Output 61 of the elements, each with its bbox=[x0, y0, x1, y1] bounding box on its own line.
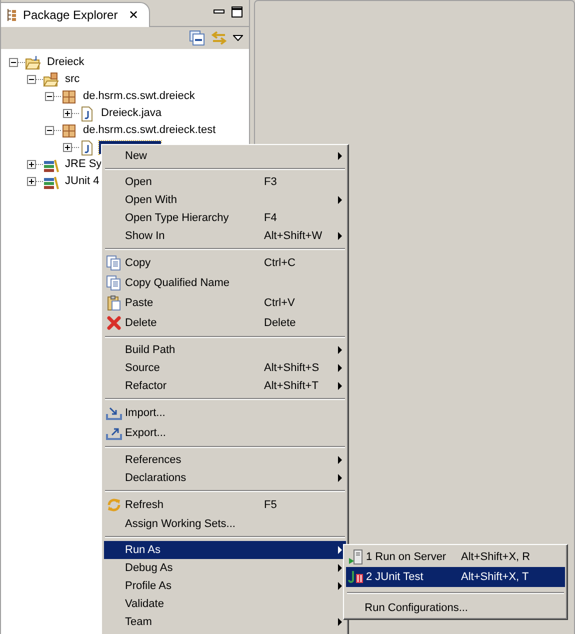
copy-icon bbox=[106, 275, 122, 291]
menu-item[interactable]: Copy Qualified Name bbox=[104, 273, 346, 293]
menu-item[interactable]: Assign Working Sets... bbox=[104, 515, 346, 533]
view-menu-icon[interactable] bbox=[233, 35, 243, 41]
delete-icon bbox=[106, 315, 122, 331]
project-folder-icon bbox=[25, 54, 41, 70]
collapse-toggle[interactable] bbox=[45, 126, 54, 135]
menu-item[interactable]: Profile As bbox=[104, 577, 346, 595]
menu-item[interactable]: Export... bbox=[104, 423, 346, 443]
menu-item[interactable]: Run As bbox=[104, 541, 346, 559]
maximize-icon[interactable] bbox=[231, 6, 243, 18]
menu-item[interactable]: New bbox=[104, 147, 346, 165]
menu-item[interactable]: References bbox=[104, 451, 346, 469]
package-icon bbox=[61, 122, 77, 138]
collapse-all-icon[interactable] bbox=[189, 30, 205, 46]
menu-item[interactable]: Build Path bbox=[104, 341, 346, 359]
collapse-toggle[interactable] bbox=[27, 75, 36, 84]
copy-icon bbox=[106, 255, 122, 271]
menu-item[interactable]: 2 JUnit Test Alt+Shift+X, T bbox=[346, 567, 565, 587]
tree-item[interactable]: Dreieck.java bbox=[99, 106, 164, 121]
paste-icon bbox=[106, 295, 122, 311]
menu-item[interactable]: Refresh F5 bbox=[104, 495, 346, 515]
menu-item[interactable]: Source Alt+Shift+S bbox=[104, 359, 346, 377]
expand-toggle[interactable] bbox=[63, 143, 72, 152]
tree-item[interactable]: src bbox=[63, 72, 82, 87]
menu-item[interactable]: Open With bbox=[104, 191, 346, 209]
package-icon bbox=[61, 88, 77, 104]
server-icon bbox=[348, 549, 364, 565]
menu-item[interactable]: Paste Ctrl+V bbox=[104, 293, 346, 313]
collapse-toggle[interactable] bbox=[45, 92, 54, 101]
tree-item[interactable]: JUnit 4 bbox=[63, 174, 102, 189]
package-explorer-icon bbox=[6, 8, 18, 22]
menu-item[interactable]: Import... bbox=[104, 403, 346, 423]
menu-item[interactable]: Debug As bbox=[104, 559, 346, 577]
menu-item[interactable]: Open Type Hierarchy F4 bbox=[104, 209, 346, 227]
tree-item[interactable]: JRE Sy bbox=[63, 157, 104, 172]
menu-item[interactable]: Declarations bbox=[104, 469, 346, 487]
menu-item[interactable]: Run Configurations... bbox=[346, 599, 565, 617]
refresh-icon bbox=[106, 497, 122, 513]
menu-item[interactable]: Open F3 bbox=[104, 173, 346, 191]
tree-item[interactable]: Dreieck bbox=[45, 55, 86, 70]
close-button[interactable]: ✕ bbox=[128, 8, 139, 22]
expand-toggle[interactable] bbox=[27, 160, 36, 169]
menu-item[interactable]: 1 Run on Server Alt+Shift+X, R bbox=[346, 547, 565, 567]
menu-item[interactable]: Delete Delete bbox=[104, 313, 346, 333]
package-folder-icon bbox=[43, 72, 59, 88]
expand-toggle[interactable] bbox=[63, 109, 72, 118]
view-tab[interactable]: Package Explorer ✕ bbox=[1, 2, 150, 27]
junit-icon bbox=[348, 569, 364, 585]
menu-item[interactable]: Refactor Alt+Shift+T bbox=[104, 377, 346, 395]
menu-item[interactable]: Team bbox=[104, 613, 346, 631]
import-icon bbox=[106, 405, 122, 421]
tree-item[interactable]: de.hsrm.cs.swt.dreieck bbox=[81, 89, 197, 104]
tree-item[interactable]: de.hsrm.cs.swt.dreieck.test bbox=[81, 123, 218, 138]
java-file-icon bbox=[79, 106, 95, 122]
java-file-icon bbox=[79, 140, 95, 156]
collapse-toggle[interactable] bbox=[9, 58, 18, 67]
expand-toggle[interactable] bbox=[27, 177, 36, 186]
menu-item[interactable]: Copy Ctrl+C bbox=[104, 253, 346, 273]
menu-item[interactable]: Show In Alt+Shift+W bbox=[104, 227, 346, 245]
menu-item[interactable]: Validate bbox=[104, 595, 346, 613]
